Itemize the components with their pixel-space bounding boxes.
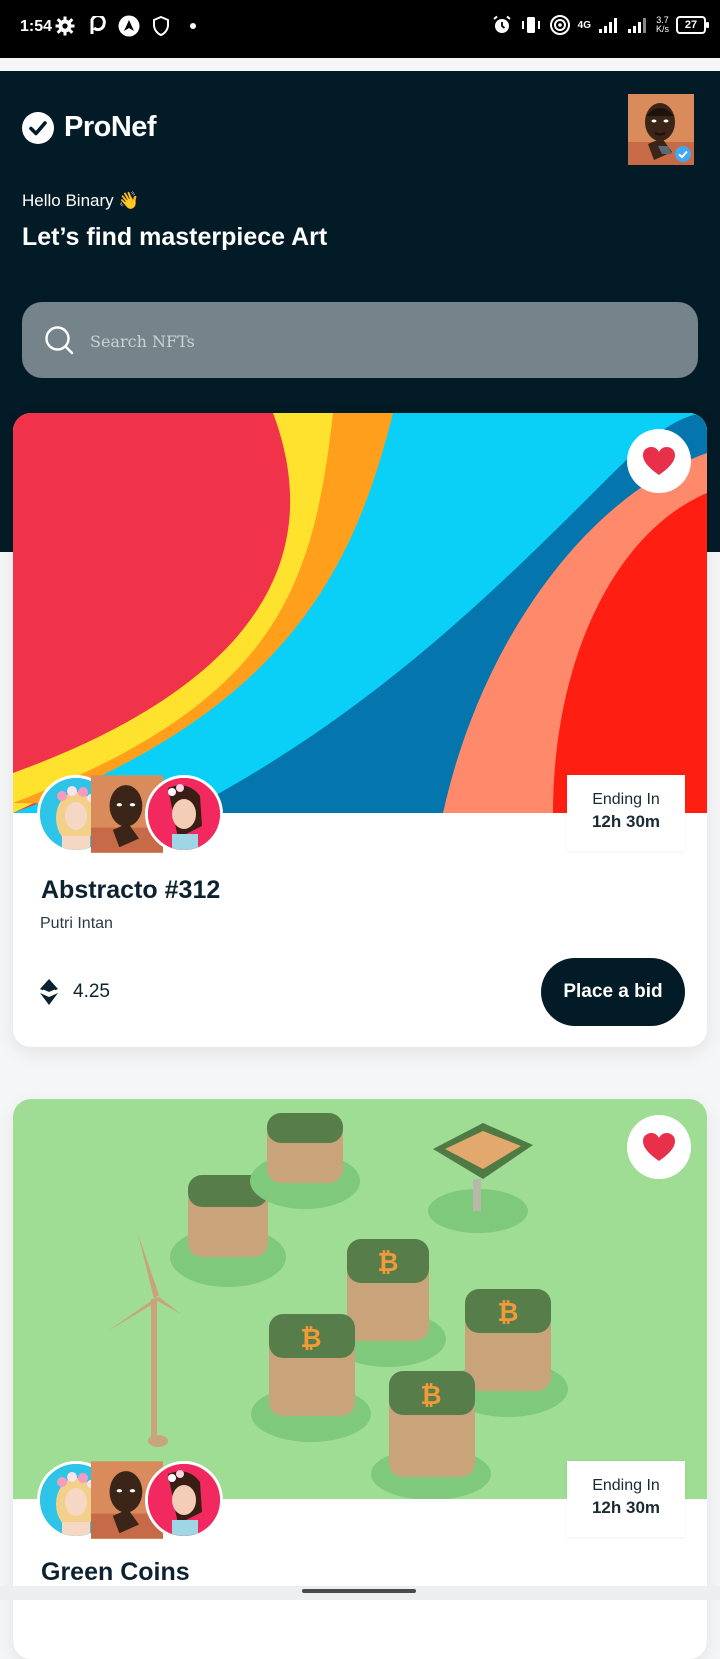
search-bar[interactable] xyxy=(22,302,698,378)
verified-icon xyxy=(675,146,691,162)
dot-icon xyxy=(182,15,204,37)
greeting-text: Hello Binary 👋 xyxy=(22,191,140,210)
place-bid-button[interactable]: Place a bid xyxy=(541,958,685,1026)
status-bar: 1:54 4G 3.7 K/s 27 xyxy=(0,0,720,58)
check-badge-icon xyxy=(22,111,54,144)
p-app-icon xyxy=(86,15,108,37)
page-headline: Let’s find masterpiece Art xyxy=(22,223,328,251)
nft-author[interactable]: Putri Intan xyxy=(40,915,113,933)
navigation-icon xyxy=(118,15,140,37)
alarm-icon xyxy=(491,14,513,36)
coin-stack: ₿ xyxy=(371,1371,491,1499)
heart-icon xyxy=(643,1133,675,1161)
ending-label: Ending In xyxy=(592,791,660,808)
gesture-handle[interactable] xyxy=(302,1589,416,1593)
network-type: 4G xyxy=(577,19,591,31)
network-speed-unit: K/s xyxy=(655,24,669,34)
bidder-avatars xyxy=(37,1461,227,1541)
vibrate-icon xyxy=(520,14,542,36)
coin-stack: ₿ xyxy=(251,1314,371,1442)
status-notification-icons xyxy=(54,15,204,37)
nft-card[interactable]: ₿ ₿ ₿ ₿ Ending In 12h 30m Green Coins xyxy=(13,1099,707,1659)
favorite-button[interactable] xyxy=(627,429,691,493)
ethereum-icon xyxy=(40,979,58,1005)
svg-text:₿: ₿ xyxy=(497,1298,518,1328)
nft-title[interactable]: Abstracto #312 xyxy=(41,876,220,905)
network-speed: 3.7 K/s xyxy=(656,16,669,34)
bidder-avatars xyxy=(37,775,227,855)
ending-label: Ending In xyxy=(592,1477,660,1494)
ending-time: 12h 30m xyxy=(591,812,661,831)
search-input[interactable] xyxy=(88,322,672,360)
svg-text:₿: ₿ xyxy=(300,1324,321,1354)
nft-price: 4.25 xyxy=(39,978,110,1006)
status-time: 1:54 xyxy=(20,18,53,35)
bidder-avatar xyxy=(145,1461,223,1539)
shield-icon xyxy=(150,15,172,37)
auction-ending: Ending In 12h 30m xyxy=(567,775,685,851)
profile-avatar[interactable] xyxy=(628,94,694,165)
ending-time: 12h 30m xyxy=(591,1498,661,1517)
battery-icon: 27 xyxy=(676,16,709,34)
favorite-button[interactable] xyxy=(627,1115,691,1179)
signal-icon xyxy=(627,14,649,36)
status-system-icons: 4G 3.7 K/s 27 xyxy=(491,14,709,36)
app-logo: ProNef xyxy=(22,111,157,144)
svg-text:₿: ₿ xyxy=(420,1381,441,1411)
svg-text:₿: ₿ xyxy=(377,1248,398,1278)
settings-icon xyxy=(54,15,76,37)
nft-artwork-abstract[interactable] xyxy=(13,413,707,813)
search-icon xyxy=(45,326,74,355)
heart-icon xyxy=(643,447,675,475)
hotspot-icon xyxy=(549,14,571,36)
nft-card[interactable]: Ending In 12h 30m Abstracto #312 Putri I… xyxy=(13,413,707,1047)
auction-ending: Ending In 12h 30m xyxy=(567,1461,685,1537)
app-name: ProNef xyxy=(64,111,157,143)
nft-title[interactable]: Green Coins xyxy=(41,1558,190,1587)
price-value: 4.25 xyxy=(73,981,110,1002)
bidder-avatar xyxy=(145,775,223,853)
signal-icon xyxy=(598,14,620,36)
nft-artwork-green-coins[interactable]: ₿ ₿ ₿ ₿ xyxy=(13,1099,707,1499)
